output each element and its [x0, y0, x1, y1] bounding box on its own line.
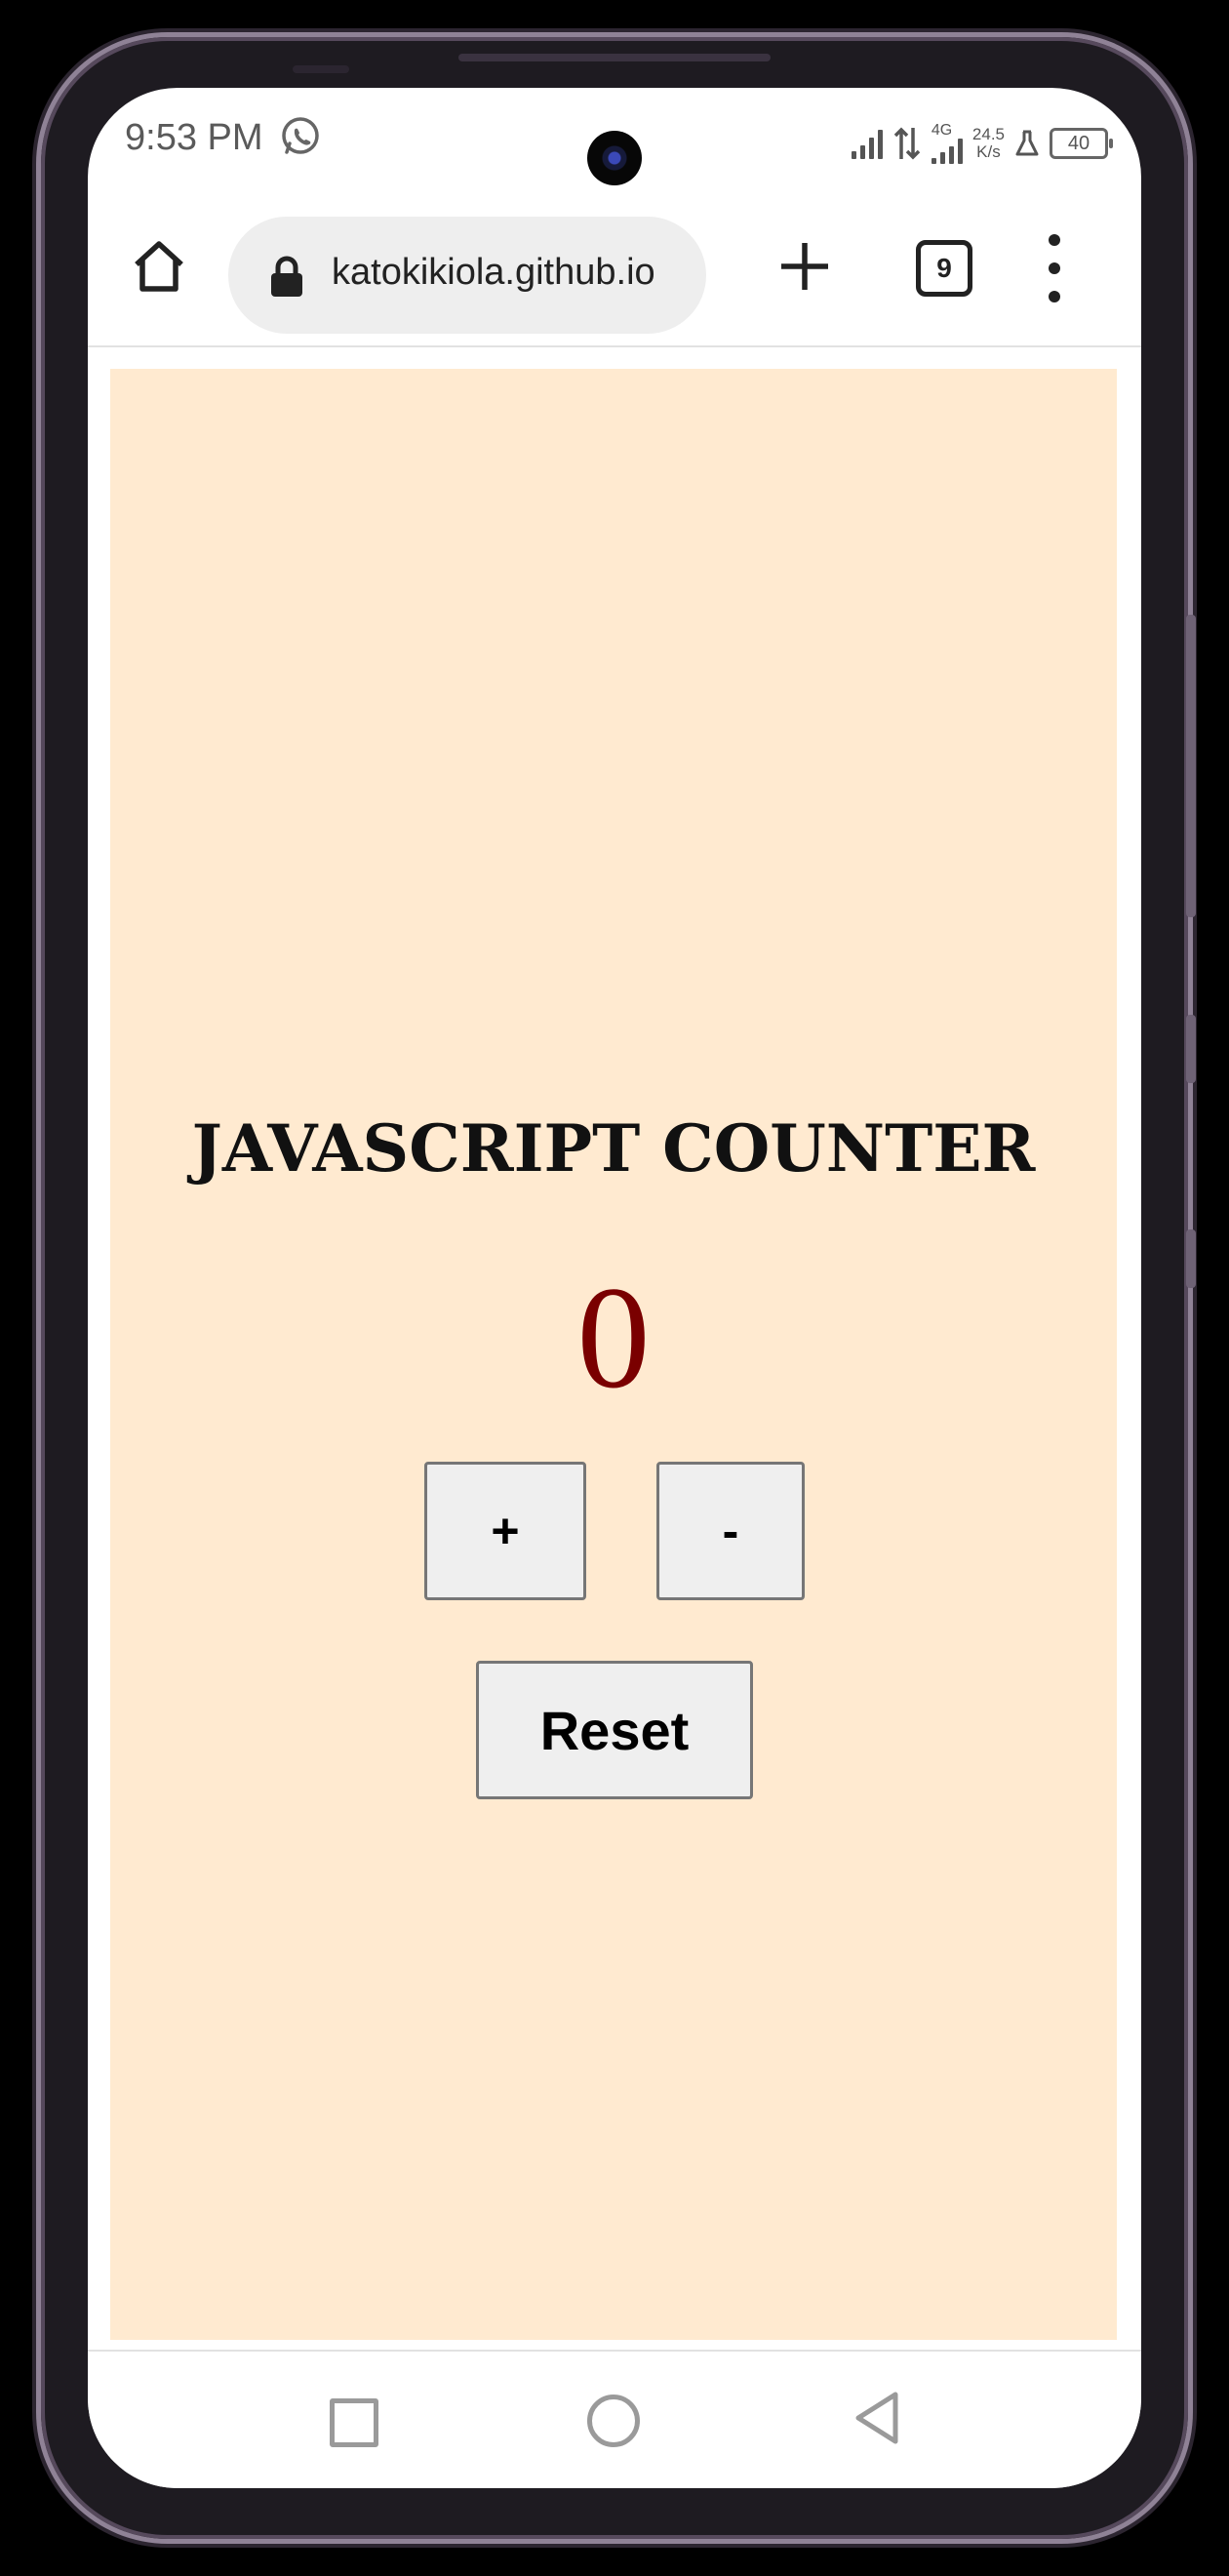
phone-speaker — [293, 65, 349, 73]
front-camera — [587, 131, 642, 185]
signal-icon — [931, 139, 963, 164]
phone-power-button — [1186, 1015, 1196, 1083]
tab-switcher-icon[interactable]: 9 — [916, 240, 972, 297]
browser-toolbar: katokikiola.github.io 9 — [88, 195, 1141, 347]
signal-icon — [851, 128, 883, 159]
url-text: katokikiola.github.io — [332, 252, 655, 293]
phone-volume-button — [1186, 615, 1196, 917]
phone-side-key — [1186, 1229, 1196, 1288]
system-nav-bar — [88, 2350, 1141, 2488]
whatsapp-icon — [282, 117, 319, 154]
status-icons: 4G 24.5 K/s 40 — [851, 119, 1113, 168]
network-speed-value: 24.5 — [971, 125, 1005, 143]
reset-button[interactable]: Reset — [476, 1661, 753, 1799]
status-bar: 9:53 PM 4G 24.5 K/s 40 — [88, 88, 1141, 195]
counter-value: 0 — [576, 1257, 651, 1419]
address-bar[interactable]: katokikiola.github.io — [228, 217, 706, 334]
decrement-button[interactable]: - — [656, 1462, 805, 1600]
battery-icon: 40 — [1050, 128, 1113, 159]
lab-flask-icon — [1015, 130, 1039, 156]
increment-button[interactable]: + — [424, 1462, 586, 1600]
back-nav-icon[interactable] — [852, 2391, 901, 2445]
network-indicator: 4G — [931, 122, 963, 164]
page-content: JAVASCRIPT COUNTER 0 + - Reset — [110, 369, 1117, 2340]
network-speed: 24.5 K/s — [972, 126, 1005, 161]
network-type-label: 4G — [931, 122, 953, 139]
recent-apps-icon[interactable] — [330, 2398, 378, 2447]
home-icon — [135, 241, 183, 292]
home-nav-icon[interactable] — [587, 2395, 640, 2447]
lock-icon — [271, 256, 302, 297]
network-speed-unit: K/s — [976, 142, 1001, 161]
data-arrows-icon — [893, 127, 921, 160]
home-button[interactable] — [125, 232, 193, 301]
status-time: 9:53 PM — [125, 117, 263, 158]
plus-icon — [781, 243, 828, 290]
new-tab-button[interactable] — [771, 232, 839, 301]
more-vert-icon[interactable] — [1040, 234, 1069, 302]
page-title: JAVASCRIPT COUNTER — [191, 1110, 1036, 1187]
phone-screen: 9:53 PM 4G 24.5 K/s 40 katokikiola.githu… — [88, 88, 1141, 2488]
phone-top-slot — [458, 54, 771, 61]
